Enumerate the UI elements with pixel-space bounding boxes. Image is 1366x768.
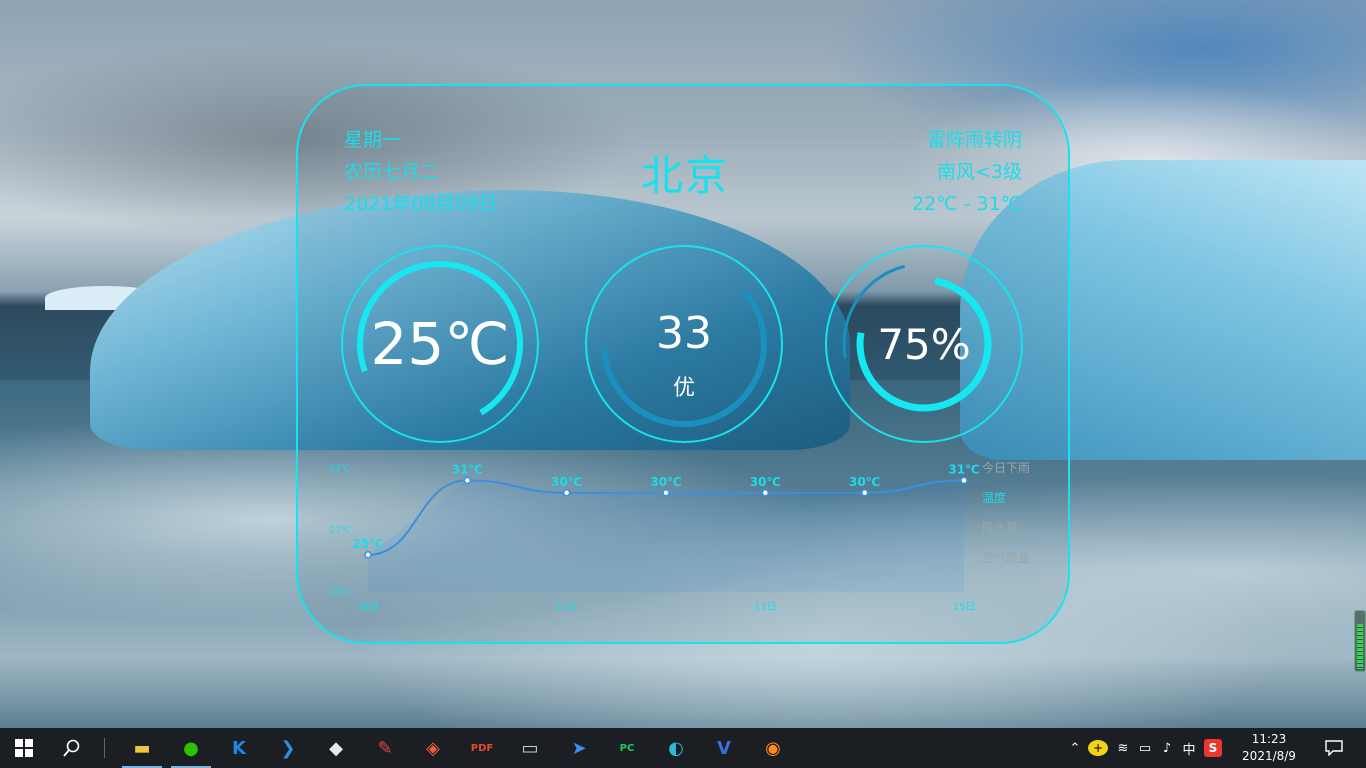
file-explorer-icon[interactable]: ▬ [128,734,156,762]
volume-meter-fill [1357,624,1363,669]
humidity-gauge: 75% [824,244,1024,444]
chart-legend: 今日下雨 温度 降水量 空气质量 [982,460,1072,580]
weather-widget: 星期一 农历七月二 2021年08月09日 北京 雷阵雨转阴 南风<3级 22℃… [296,84,1070,644]
volume-meter [1354,610,1366,672]
data-label: 30℃ [650,475,681,489]
data-label: 30℃ [551,475,582,489]
data-point [463,476,472,485]
y-tick-label: 32℃ [329,464,351,474]
clock-time: 11:23 [1251,732,1287,746]
data-point [761,489,770,497]
legend-temperature[interactable]: 温度 [982,490,1072,520]
legend-precipitation[interactable]: 降水量 [982,520,1072,550]
temperature-gauge: 25℃ [340,244,540,444]
x-tick-label: 13日 [754,602,777,613]
y-tick-label: 27℃ [329,526,351,536]
x-tick-label: 09日 [357,602,380,613]
temperature-range: 22℃ - 31℃ [912,193,1022,215]
x-tick-label: 15日 [953,602,976,613]
temperature-area [368,480,964,592]
clock-date: 2021/8/9 [1242,749,1296,763]
air-quality-gauge: 33 优 [584,244,784,444]
battery-icon[interactable]: ▭ [1134,741,1156,756]
data-point [860,489,869,497]
paint-icon[interactable]: ✎ [371,734,399,762]
firefox-icon[interactable]: ◉ [759,734,787,762]
data-point [562,489,571,497]
taskbar-divider [104,738,105,758]
humidity-value: 75% [877,320,971,369]
aqi-value: 33 [656,308,712,359]
y-tick-label: 22℃ [329,588,351,598]
data-label: 31℃ [452,462,483,476]
360-icon[interactable]: + [1088,740,1108,756]
condition-info: 雷阵雨转阴 南风<3级 22℃ - 31℃ [912,124,1022,220]
system-tray: ⌃ + ≋ ▭ ♪ 中 S [1066,728,1222,768]
vscode-icon[interactable]: ❯ [274,734,302,762]
data-point [960,476,968,485]
unity-icon[interactable]: ◆ [322,734,350,762]
data-label: 25℃ [352,537,383,551]
temperature-chart: 32℃ 27℃ 22℃ 09日 11日 13日 15日 25℃ 31℃ 30℃ 30℃ 30℃ 30℃ 3… [329,462,979,613]
data-label: 30℃ [750,475,781,489]
terminal-icon[interactable]: ▭ [516,734,544,762]
notification-center-icon[interactable] [1320,734,1348,762]
show-hidden-icons-icon[interactable]: ⌃ [1066,741,1084,756]
ime-indicator[interactable]: 中 [1178,739,1200,758]
pycharm-icon[interactable]: PC [613,734,641,762]
aqi-level: 优 [672,376,695,401]
volume-icon[interactable]: ♪ [1156,741,1178,756]
taskbar: ▬ ● K ❯ ◆ ✎ ◈ PDF ▭ ➤ PC ◐ V ◉ ⌃ + ≋ ▭ ♪ 中 S 11:23 20… [0,728,1366,768]
data-label: 31℃ [948,462,979,476]
data-point [364,551,372,559]
kugou-icon[interactable]: K [225,734,253,762]
pdf-icon[interactable]: PDF [468,734,496,762]
legend-air-quality[interactable]: 空气质量 [982,550,1072,580]
data-point [662,489,670,497]
x-tick-label: 11日 [555,602,578,613]
wind: 南风<3级 [936,161,1022,183]
wifi-icon[interactable]: ≋ [1112,741,1134,756]
windows-start-icon[interactable] [10,734,38,762]
wps-icon[interactable]: ◈ [419,734,447,762]
search-icon[interactable] [58,734,86,762]
wechat-icon[interactable]: ● [177,734,205,762]
clock[interactable]: 11:23 2021/8/9 [1234,731,1304,765]
edge-icon[interactable]: ◐ [662,734,690,762]
data-label: 30℃ [849,475,880,489]
sogou-icon[interactable]: S [1204,739,1222,757]
weather-condition: 雷阵雨转阴 [926,129,1022,151]
legend-rain[interactable]: 今日下雨 [982,460,1072,490]
feishu-icon[interactable]: ➤ [565,734,593,762]
current-temperature: 25℃ [370,310,510,378]
visio-icon[interactable]: V [710,734,738,762]
